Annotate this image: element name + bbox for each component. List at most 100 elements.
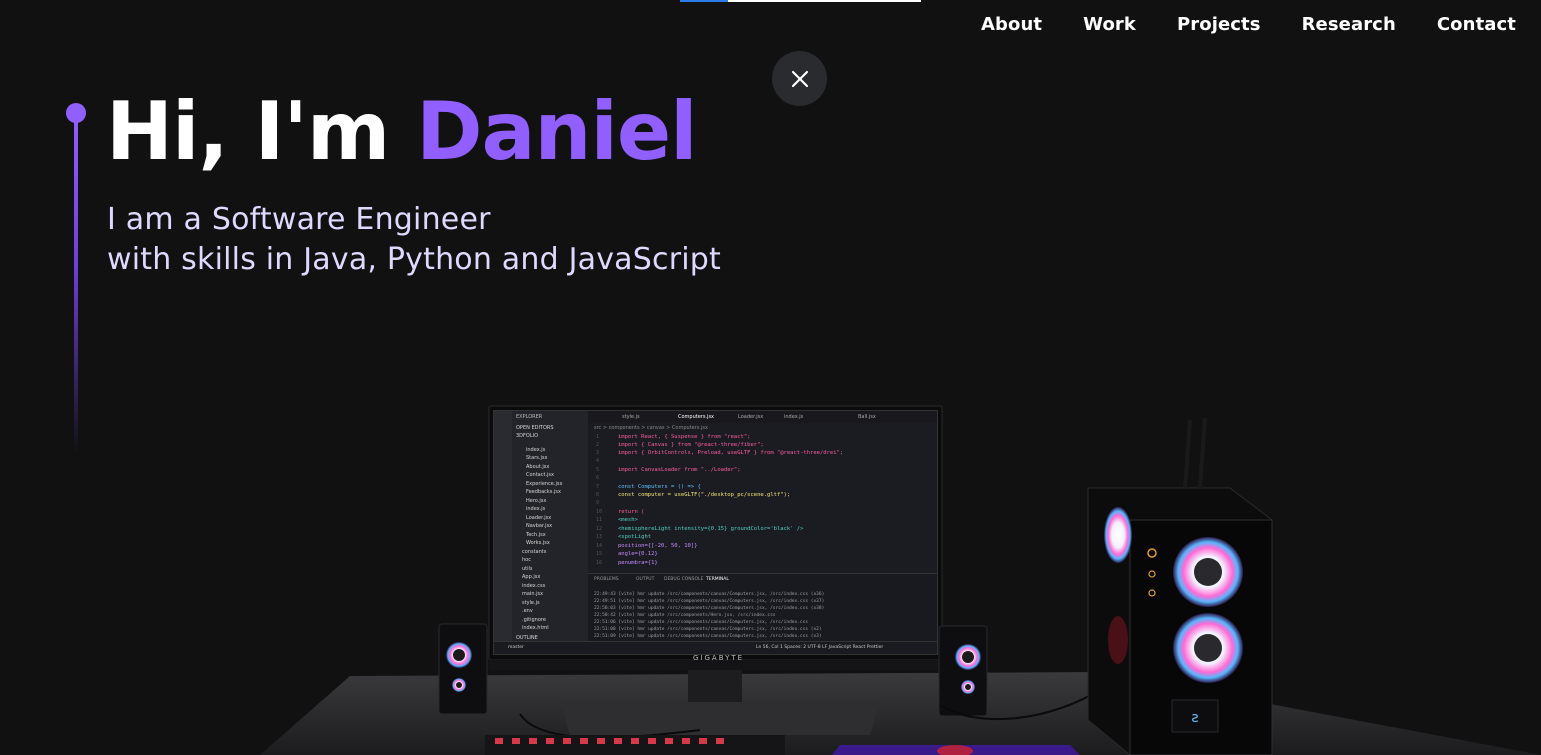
editor-breadcrumb: src > components > canvas > Computers.js… [594, 425, 708, 431]
desk-surface [260, 672, 1541, 755]
panel-tab: PROBLEMS [594, 577, 619, 582]
line-number: 10 [596, 509, 603, 515]
mouse [937, 745, 973, 755]
file-item: utils [522, 566, 533, 572]
project-name: 3DFOLIO [516, 433, 539, 439]
line-number: 15 [596, 551, 603, 557]
panel-tab: OUTPUT [636, 577, 655, 582]
editor-tab: Computers.jsx [678, 414, 715, 420]
file-item: index.js [526, 506, 546, 512]
top-progress-strip [680, 0, 921, 2]
file-item: index.html [522, 625, 549, 631]
code-line: import { Canvas } from "@react-three/fib… [618, 442, 764, 448]
terminal-line: 22:51:09 [vite] hmr update /src/componen… [594, 634, 822, 639]
line-number: 7 [596, 484, 600, 490]
code-line: import CanvasLoader from "../Loader"; [618, 467, 741, 473]
hero-subtitle-line2: with skills in Java, Python and JavaScri… [107, 242, 721, 277]
terminal-line: 22:49:43 [vite] hmr update /src/componen… [594, 592, 825, 597]
line-number: 5 [596, 467, 600, 473]
vscode-explorer: EXPLORER OPEN EDITORS 3DFOLIO index.js S… [512, 411, 588, 654]
file-item: index.css [522, 583, 546, 589]
editor-tab: index.js [784, 414, 804, 420]
editor-tab: Ball.jsx [858, 414, 876, 420]
code-line: import React, { Suspense } from "react"; [618, 434, 751, 440]
file-item: constants [522, 549, 547, 555]
monitor-screen: EXPLORER OPEN EDITORS 3DFOLIO index.js S… [493, 410, 938, 655]
portfolio-page: About Work Projects Research Contact Hi,… [0, 0, 1541, 755]
hero-subtitle-line1: I am a Software Engineer [107, 202, 491, 237]
file-item: Navbar.jsx [526, 523, 553, 529]
code-line: <mesh> [618, 517, 638, 523]
close-button[interactable] [772, 51, 827, 106]
close-icon [791, 70, 808, 87]
panel-tab: DEBUG CONSOLE [664, 577, 704, 582]
code-line: const computer = useGLTF("./desktop_pc/s… [618, 492, 791, 498]
file-item: Tech.jsx [526, 532, 546, 538]
file-item: Loader.jsx [526, 515, 552, 521]
nav-work[interactable]: Work [1083, 14, 1136, 35]
code-line: import { OrbitControls, Preload, useGLTF… [618, 450, 844, 456]
nav-projects[interactable]: Projects [1177, 14, 1261, 35]
editor-tab: style.js [622, 414, 640, 420]
file-item: index.js [526, 447, 546, 453]
monitor-brand: GIGABYTE [693, 654, 745, 662]
file-item: .gitignore [522, 617, 546, 623]
line-number: 8 [596, 492, 600, 498]
line-number: 3 [596, 450, 600, 456]
code-line: angle={0.12} [618, 551, 658, 557]
nav-about[interactable]: About [981, 14, 1042, 35]
nav-research[interactable]: Research [1302, 14, 1396, 35]
file-item: .env [522, 608, 533, 614]
vscode-status-bar: master Ln 56, Col 1 Spaces: 2 UTF-8 LF J… [494, 641, 937, 654]
code-line: penumbra={1} [618, 560, 658, 566]
file-item: style.js [522, 600, 540, 606]
line-number: 13 [596, 534, 603, 540]
front-fan-bottom [1173, 613, 1243, 683]
git-branch-status: master [508, 645, 524, 650]
pc-case [1087, 487, 1273, 755]
file-item: Feedbacks.jsx [526, 489, 561, 495]
code-line: position={[-20, 50, 10]} [618, 543, 698, 549]
editor-tabs: style.js Computers.jsx Loader.jsx index.… [588, 411, 937, 423]
line-number: 6 [596, 475, 600, 481]
terminal-line: 22:49:51 [vite] hmr update /src/componen… [594, 599, 825, 604]
file-item: main.jsx [522, 591, 544, 597]
front-fan-top [1173, 537, 1243, 607]
hero-name: Daniel [416, 85, 697, 178]
line-number: 1 [596, 434, 600, 440]
code-line: return ( [618, 509, 645, 515]
terminal-line: 22:50:42 [vite] hmr update /src/componen… [594, 613, 776, 618]
nav-contact[interactable]: Contact [1437, 14, 1516, 35]
file-item: About.jsx [526, 464, 550, 470]
terminal-line: 22:51:06 [vite] hmr update /src/componen… [594, 620, 809, 625]
editor-tab: Loader.jsx [738, 414, 764, 420]
monitor-frame [488, 405, 943, 661]
top-nav: About Work Projects Research Contact [940, 14, 1516, 35]
code-line: const Computers = () => { [618, 484, 701, 490]
line-number: 16 [596, 560, 603, 566]
line-number: 9 [596, 500, 600, 506]
file-item: App.jsx [522, 574, 541, 580]
line-number: 14 [596, 543, 603, 549]
code-line: <hemisphereLight intensity={0.15} ground… [618, 526, 804, 532]
terminal-line: 22:50:03 [vite] hmr update /src/componen… [594, 606, 825, 611]
file-item: Stars.jsx [526, 455, 548, 461]
hero-title: Hi, I'm Daniel [106, 92, 698, 172]
line-number: 12 [596, 526, 603, 532]
file-item: Hero.jsx [526, 498, 547, 504]
code-line: <spotLight [618, 534, 652, 540]
hero-accent-line [74, 118, 78, 453]
open-editors: OPEN EDITORS [516, 425, 554, 431]
svg-text:ƨ: ƨ [1191, 710, 1198, 726]
monitor-stand [688, 670, 742, 702]
hero-greeting: Hi, I'm [106, 85, 417, 178]
hero-subtitle: I am a Software Engineer with skills in … [107, 200, 721, 280]
left-speaker [438, 623, 488, 715]
file-item: Experience.jsx [526, 481, 563, 487]
file-item: hoc [522, 557, 531, 563]
explorer-title: EXPLORER [516, 414, 543, 420]
line-number: 4 [596, 458, 600, 464]
vscode-activity-bar [494, 411, 512, 654]
mousepad [832, 745, 1080, 755]
editor-status: Ln 56, Col 1 Spaces: 2 UTF-8 LF JavaScri… [756, 645, 884, 650]
